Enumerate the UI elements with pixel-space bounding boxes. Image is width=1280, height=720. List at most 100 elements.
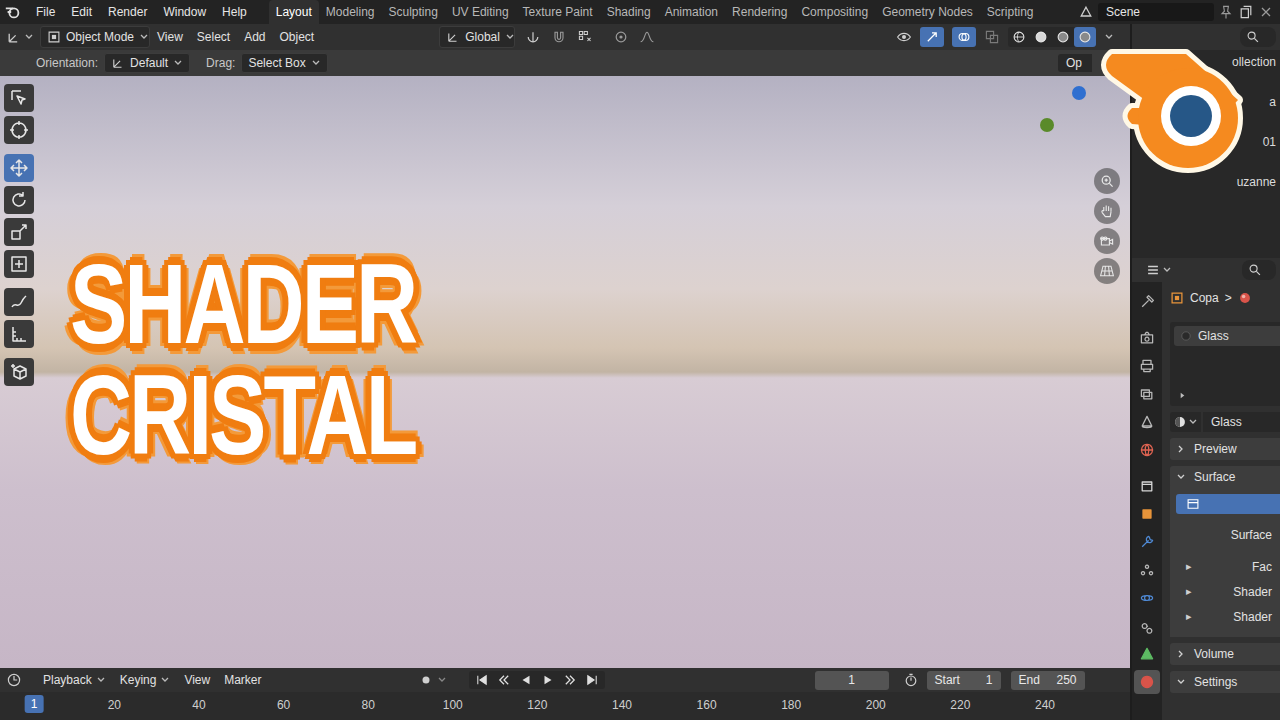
workspace-tab[interactable]: Layout bbox=[269, 0, 319, 24]
pin-icon[interactable] bbox=[1218, 4, 1234, 20]
panel-header[interactable]: Surface bbox=[1170, 466, 1280, 488]
menu-item[interactable]: Help bbox=[214, 5, 255, 19]
menu-item[interactable]: Window bbox=[155, 5, 214, 19]
scene-field[interactable]: Scene bbox=[1098, 3, 1214, 21]
tool-button[interactable] bbox=[4, 154, 34, 182]
clock-icon[interactable] bbox=[6, 672, 22, 688]
workspace-tab[interactable]: Shading bbox=[600, 0, 658, 24]
shading-button[interactable] bbox=[1030, 27, 1052, 47]
previous-keyframe-icon[interactable] bbox=[497, 673, 511, 687]
start-frame-field[interactable]: Start1 bbox=[927, 671, 1001, 690]
header-menu-item[interactable]: Select bbox=[190, 30, 237, 44]
properties-tab[interactable] bbox=[1134, 382, 1160, 406]
properties-tab[interactable] bbox=[1134, 502, 1160, 526]
mode-dropdown[interactable]: Object Mode bbox=[40, 26, 150, 48]
snap-icon[interactable] bbox=[551, 29, 567, 45]
shading-button[interactable] bbox=[1052, 27, 1074, 47]
browse-material-button[interactable] bbox=[1170, 412, 1201, 432]
properties-tab[interactable] bbox=[1134, 290, 1160, 314]
menu-item[interactable]: Edit bbox=[63, 5, 100, 19]
workspace-tab[interactable]: Modeling bbox=[319, 0, 382, 24]
header-menu-item[interactable]: Object bbox=[273, 30, 322, 44]
header-menu-item[interactable]: Add bbox=[237, 30, 272, 44]
workspace-tab[interactable]: UV Editing bbox=[445, 0, 516, 24]
shading-button[interactable] bbox=[1074, 27, 1096, 47]
panel-header[interactable]: Preview bbox=[1170, 438, 1280, 460]
record-icon[interactable] bbox=[419, 673, 433, 687]
timeline-menu[interactable]: View bbox=[177, 673, 217, 687]
options-button[interactable]: Op bbox=[1058, 54, 1092, 72]
material-name-field[interactable]: Glass bbox=[1203, 412, 1280, 432]
editor-type-button[interactable] bbox=[6, 29, 34, 45]
drag-dropdown[interactable]: Select Box bbox=[241, 53, 327, 73]
jump-end-icon[interactable] bbox=[585, 673, 599, 687]
close-icon[interactable] bbox=[1258, 4, 1274, 20]
snap-grid-icon[interactable] bbox=[577, 29, 593, 45]
pan-button[interactable] bbox=[1094, 198, 1120, 224]
axis-y-gizmo[interactable] bbox=[1040, 118, 1054, 132]
xray-icon[interactable] bbox=[984, 29, 1000, 45]
chevron-icon[interactable] bbox=[1104, 32, 1114, 42]
panel-header[interactable]: Settings bbox=[1170, 671, 1280, 693]
3d-viewport[interactable]: SHADERCRISTAL bbox=[0, 76, 1130, 668]
camera-button[interactable] bbox=[1094, 228, 1120, 254]
current-frame-field[interactable]: 1 bbox=[815, 671, 889, 690]
shader-socket[interactable]: ▸Shader bbox=[1176, 579, 1280, 604]
tool-button[interactable] bbox=[4, 116, 34, 144]
shader-socket[interactable]: ▸Fac bbox=[1176, 554, 1280, 579]
proportional-edit-icon[interactable] bbox=[613, 29, 629, 45]
surface-node-button[interactable] bbox=[1176, 494, 1280, 514]
editor-type-button[interactable] bbox=[1146, 263, 1172, 277]
timeline-menu[interactable]: Playback bbox=[36, 673, 113, 687]
shading-button[interactable] bbox=[1008, 27, 1030, 47]
copy-icon[interactable] bbox=[1238, 4, 1254, 20]
properties-search[interactable] bbox=[1242, 260, 1276, 280]
tool-button[interactable] bbox=[4, 250, 34, 278]
outliner-item[interactable]: uzanne bbox=[1132, 172, 1280, 192]
chevron-icon[interactable] bbox=[437, 675, 447, 685]
menu-item[interactable]: File bbox=[28, 5, 63, 19]
properties-tab[interactable] bbox=[1134, 558, 1160, 582]
panel-header[interactable]: Volume bbox=[1170, 643, 1280, 665]
zoom-button[interactable] bbox=[1094, 168, 1120, 194]
timeline-menu[interactable]: Keying bbox=[113, 673, 178, 687]
overlay-toggle[interactable] bbox=[952, 27, 976, 47]
timeline-menu[interactable]: Marker bbox=[217, 673, 268, 687]
tool-button[interactable] bbox=[4, 358, 34, 386]
end-frame-field[interactable]: End250 bbox=[1011, 671, 1085, 690]
tool-button[interactable] bbox=[4, 320, 34, 348]
properties-tab[interactable] bbox=[1134, 614, 1160, 638]
transform-orientation-dropdown[interactable]: Global bbox=[439, 26, 515, 48]
properties-tab[interactable] bbox=[1134, 410, 1160, 434]
tool-button[interactable] bbox=[4, 84, 34, 112]
scene-icon[interactable] bbox=[1078, 4, 1094, 20]
falloff-icon[interactable] bbox=[639, 29, 655, 45]
properties-tab[interactable] bbox=[1134, 326, 1160, 350]
workspace-tab[interactable]: Geometry Nodes bbox=[875, 0, 980, 24]
current-frame-indicator[interactable]: 1 bbox=[25, 695, 44, 713]
menu-item[interactable]: Render bbox=[100, 5, 155, 19]
frame-ruler[interactable]: 120406080100120140160180200220240 bbox=[0, 692, 1130, 720]
play-icon[interactable] bbox=[541, 673, 555, 687]
workspace-tab[interactable]: Animation bbox=[658, 0, 725, 24]
tool-button[interactable] bbox=[4, 218, 34, 246]
orientation-dropdown[interactable]: Default bbox=[104, 53, 190, 73]
stopwatch-icon[interactable] bbox=[903, 672, 919, 688]
workspace-tab[interactable]: Texture Paint bbox=[516, 0, 600, 24]
workspace-tab[interactable]: Sculpting bbox=[382, 0, 445, 24]
properties-tab[interactable] bbox=[1134, 474, 1160, 498]
visibility-icon[interactable] bbox=[896, 29, 912, 45]
next-keyframe-icon[interactable] bbox=[563, 673, 577, 687]
properties-tab[interactable] bbox=[1134, 354, 1160, 378]
outliner-search[interactable] bbox=[1240, 27, 1276, 47]
shader-socket[interactable]: ▸Shader bbox=[1176, 604, 1280, 629]
properties-tab[interactable] bbox=[1134, 670, 1160, 694]
play-reverse-icon[interactable] bbox=[519, 673, 533, 687]
axis-z-gizmo[interactable] bbox=[1072, 86, 1086, 100]
tool-button[interactable] bbox=[4, 186, 34, 214]
projection-button[interactable] bbox=[1094, 258, 1120, 284]
tool-button[interactable] bbox=[4, 288, 34, 316]
properties-tab[interactable] bbox=[1134, 530, 1160, 554]
material-slot[interactable]: Glass bbox=[1174, 326, 1280, 346]
properties-tab[interactable] bbox=[1134, 586, 1160, 610]
